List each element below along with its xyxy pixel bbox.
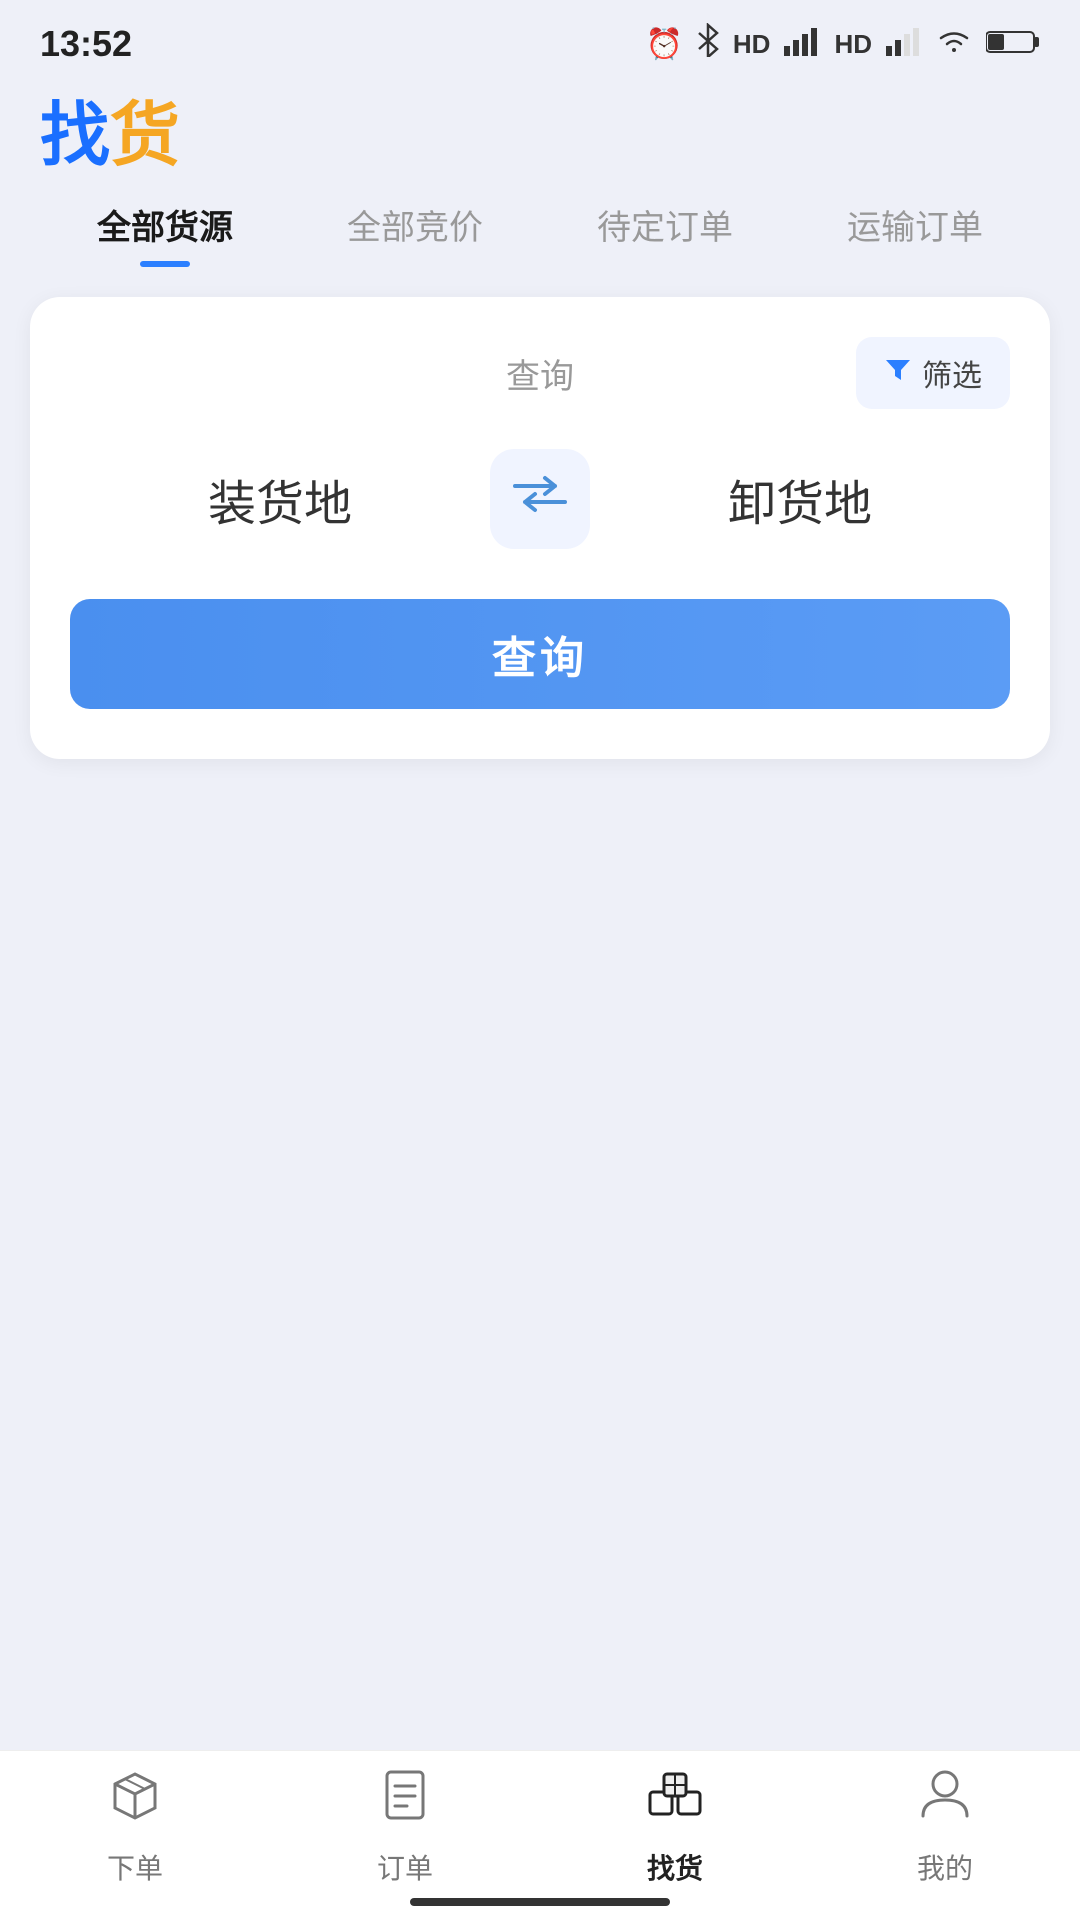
loading-location[interactable]: 装货地 [70, 464, 490, 534]
signal1-icon: HD [733, 29, 771, 60]
status-icons: ⏰ HD HD [646, 23, 1040, 65]
box-icon [105, 1764, 165, 1837]
swap-icon [510, 474, 570, 524]
home-indicator [410, 1898, 670, 1906]
battery-icon [986, 28, 1040, 61]
filter-label: 筛选 [922, 351, 982, 395]
filter-button[interactable]: 筛选 [856, 337, 1010, 409]
signal-bars1-icon [784, 28, 820, 61]
query-button[interactable]: 查询 [70, 599, 1010, 709]
nav-label-orders: 订单 [377, 1847, 433, 1887]
nav-item-my[interactable]: 我的 [810, 1764, 1080, 1887]
tab-navigation: 全部货源 全部竞价 待定订单 运输订单 [0, 180, 1080, 267]
bluetooth-icon [697, 23, 719, 65]
tab-all-bid[interactable]: 全部竞价 [290, 200, 540, 267]
signal-bars2-icon [886, 28, 922, 61]
nav-label-place-order: 下单 [107, 1847, 163, 1887]
nav-label-find-cargo: 找货 [647, 1847, 703, 1887]
order-icon [375, 1764, 435, 1837]
tab-transport-order[interactable]: 运输订单 [790, 200, 1040, 267]
alarm-icon: ⏰ [646, 27, 683, 62]
query-card-title: 查询 [383, 349, 696, 398]
status-time: 13:52 [40, 23, 132, 65]
app-header: 找货 [0, 80, 1080, 180]
app-title: 找货 [40, 100, 1040, 170]
unloading-location[interactable]: 卸货地 [590, 464, 1010, 534]
query-card-header: 查询 筛选 [70, 337, 1010, 409]
tab-pending-order[interactable]: 待定订单 [540, 200, 790, 267]
location-row: 装货地 卸货地 [70, 449, 1010, 549]
swap-button[interactable] [490, 449, 590, 549]
bottom-navigation: 下单 订单 找货 [0, 1750, 1080, 1920]
nav-item-place-order[interactable]: 下单 [0, 1764, 270, 1887]
nav-item-find-cargo[interactable]: 找货 [540, 1764, 810, 1887]
cargo-icon [645, 1764, 705, 1837]
signal2-icon: HD [834, 29, 872, 60]
filter-icon [884, 356, 912, 391]
title-char1: 找 [40, 96, 110, 174]
tab-all-supply[interactable]: 全部货源 [40, 200, 290, 267]
person-icon [915, 1764, 975, 1837]
nav-label-my: 我的 [917, 1847, 973, 1887]
status-bar: 13:52 ⏰ HD HD [0, 0, 1080, 80]
wifi-icon [936, 28, 972, 61]
nav-item-orders[interactable]: 订单 [270, 1764, 540, 1887]
title-char2: 货 [110, 96, 180, 174]
query-card: 查询 筛选 装货地 卸货地 查询 [30, 297, 1050, 759]
